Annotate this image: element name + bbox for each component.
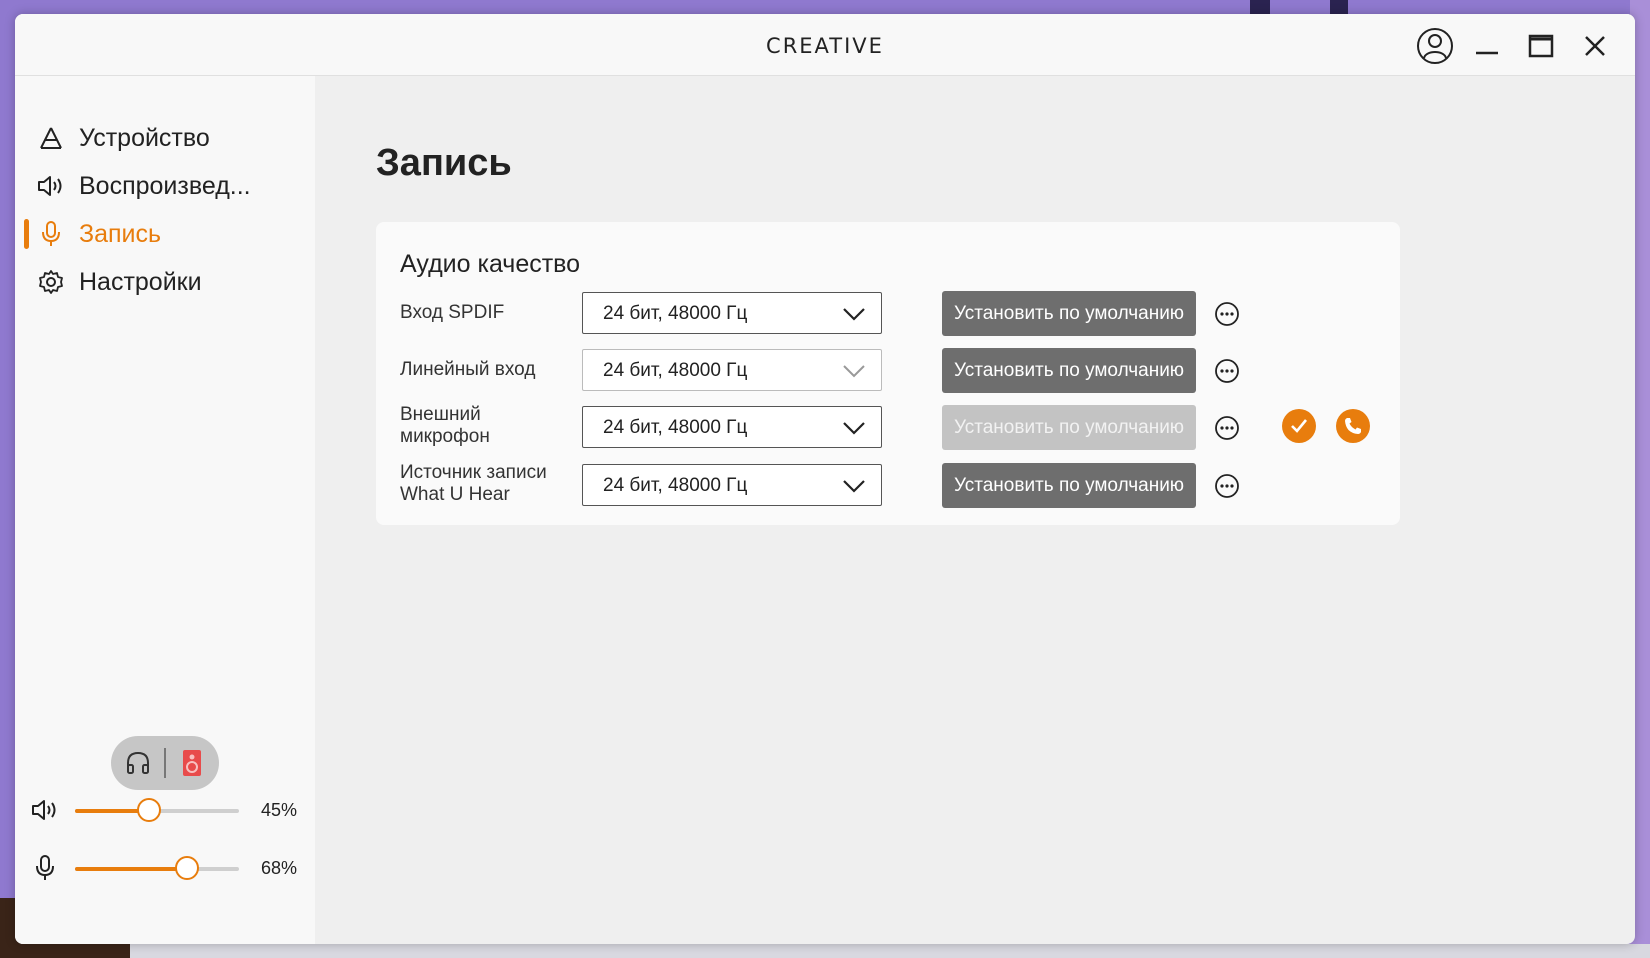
desktop-taskbar-strip [0, 944, 1650, 958]
close-icon [1585, 36, 1605, 56]
microphone-icon[interactable] [29, 854, 61, 882]
select-value: 24 бит, 48000 Гц [603, 360, 748, 381]
toggle-divider [164, 748, 166, 778]
slider-thumb[interactable] [137, 798, 161, 822]
minimize-button[interactable] [1467, 26, 1507, 66]
audio-quality-card: Аудио качество Вход SPDIF 24 бит, 48000 … [376, 222, 1400, 525]
slider-thumb[interactable] [175, 856, 199, 880]
headphones-icon[interactable] [123, 748, 153, 778]
quality-row-what-u-hear: Источник записи What U Hear 24 бит, 4800… [376, 462, 1400, 510]
desktop-stripe [1250, 0, 1270, 14]
format-select[interactable]: 24 бит, 48000 Гц [582, 292, 882, 334]
more-options-icon[interactable] [1214, 301, 1240, 327]
row-label-line2: микрофон [400, 426, 490, 447]
format-select[interactable]: 24 бит, 48000 Гц [582, 464, 882, 506]
main-content: Запись Аудио качество Вход SPDIF 24 бит,… [315, 76, 1635, 944]
close-button[interactable] [1575, 26, 1615, 66]
row-label: Вход SPDIF [400, 302, 552, 324]
quality-row-spdif: Вход SPDIF 24 бит, 48000 Гц Установить п… [376, 291, 1400, 338]
speaker-icon[interactable] [29, 796, 61, 824]
row-label: Линейный вход [400, 359, 552, 381]
sidebar-item-label: Настройки [79, 267, 202, 296]
chevron-down-icon [843, 422, 865, 435]
chevron-down-icon [843, 308, 865, 321]
output-device-toggle[interactable] [111, 736, 219, 790]
maximize-icon [1528, 34, 1554, 58]
title-bar[interactable]: CREATIVE [15, 14, 1635, 76]
desktop-stripe [1330, 0, 1348, 14]
minimize-icon [1476, 51, 1498, 55]
speaker-box-icon[interactable] [177, 748, 207, 778]
sidebar-item-playback[interactable]: Воспроизвед... [15, 164, 315, 208]
format-select[interactable]: 24 бит, 48000 Гц [582, 406, 882, 448]
slider-fill [75, 867, 187, 871]
quality-row-line-in: Линейный вход 24 бит, 48000 Гц Установит… [376, 348, 1400, 395]
row-label-line2: What U Hear [400, 484, 510, 505]
chevron-down-icon [843, 365, 865, 378]
set-default-button[interactable]: Установить по умолчанию [942, 463, 1196, 508]
gear-icon [37, 268, 65, 296]
set-default-button[interactable]: Установить по умолчанию [942, 405, 1196, 450]
playback-volume-value: 45% [261, 800, 298, 820]
desktop-background [0, 0, 1650, 14]
recording-volume-row: 68% [15, 848, 315, 888]
chevron-down-icon [843, 480, 865, 493]
sidebar-item-recording[interactable]: Запись [15, 212, 315, 256]
row-label-line1: Линейный вход [400, 359, 536, 380]
select-value: 24 бит, 48000 Гц [603, 417, 748, 438]
sidebar-item-settings[interactable]: Настройки [15, 260, 315, 304]
more-options-icon[interactable] [1214, 415, 1240, 441]
user-circle-icon [1417, 28, 1453, 64]
device-icon [37, 124, 65, 152]
card-title: Аудио качество [400, 250, 581, 278]
microphone-icon [37, 220, 65, 248]
playback-volume-row: 45% [15, 790, 315, 830]
sidebar-item-device[interactable]: Устройство [15, 116, 315, 160]
more-options-icon[interactable] [1214, 473, 1240, 499]
default-device-check-icon [1282, 409, 1316, 443]
select-value: 24 бит, 48000 Гц [603, 475, 748, 496]
sidebar-item-label: Воспроизвед... [79, 171, 251, 200]
quality-row-external-mic: Внешний микрофон 24 бит, 48000 Гц Устано… [376, 404, 1400, 452]
row-label: Источник записи What U Hear [400, 462, 552, 506]
row-label: Внешний микрофон [400, 404, 552, 448]
row-label-line1: Вход SPDIF [400, 302, 505, 323]
app-window: CREATIVE Устройство Воспроизвед... Запис… [15, 14, 1635, 944]
format-select[interactable]: 24 бит, 48000 Гц [582, 349, 882, 391]
more-options-icon[interactable] [1214, 358, 1240, 384]
row-label-line1: Внешний [400, 404, 481, 425]
sidebar-item-label: Запись [79, 219, 162, 248]
recording-volume-slider[interactable] [75, 856, 239, 880]
active-indicator [24, 219, 29, 249]
set-default-button[interactable]: Установить по умолчанию [942, 348, 1196, 393]
maximize-button[interactable] [1521, 26, 1561, 66]
sidebar-item-label: Устройство [79, 123, 210, 152]
select-value: 24 бит, 48000 Гц [603, 303, 748, 324]
brand-logo: CREATIVE [766, 34, 884, 58]
row-label-line1: Источник записи [400, 462, 547, 483]
page-title: Запись [376, 142, 512, 184]
set-default-button[interactable]: Установить по умолчанию [942, 291, 1196, 336]
recording-volume-value: 68% [261, 858, 298, 878]
playback-volume-slider[interactable] [75, 798, 239, 822]
default-communication-phone-icon [1336, 409, 1370, 443]
speaker-icon [37, 172, 65, 200]
sidebar: Устройство Воспроизвед... Запись Настрой… [15, 76, 315, 944]
user-account-button[interactable] [1415, 26, 1455, 66]
